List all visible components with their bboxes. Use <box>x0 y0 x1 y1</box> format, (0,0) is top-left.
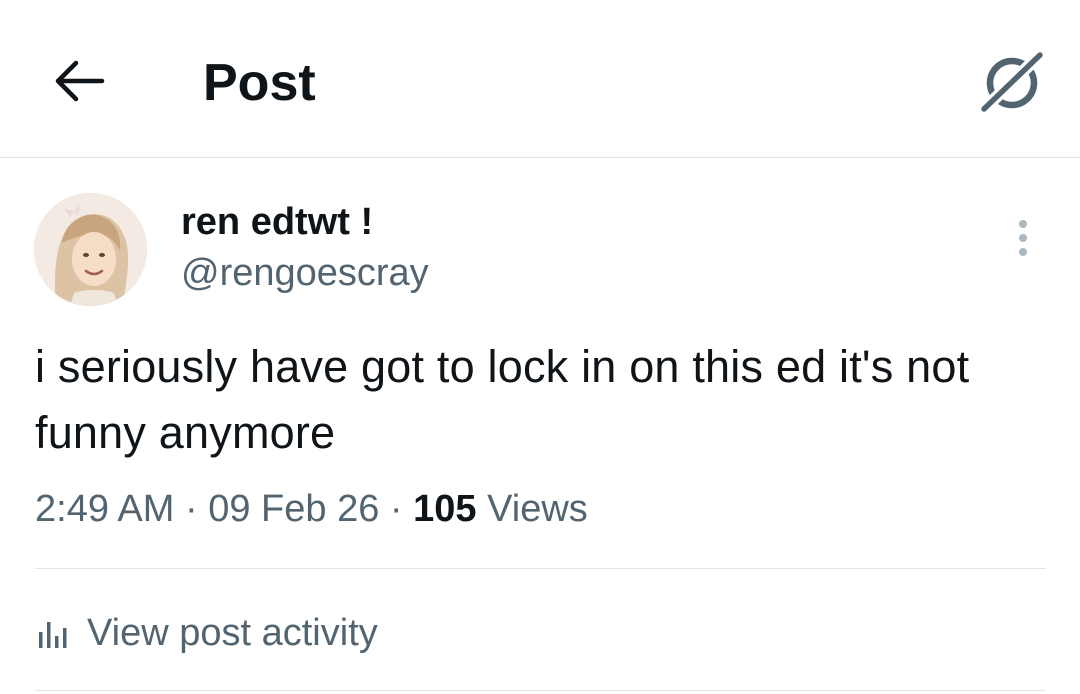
author-handle[interactable]: @rengoescray <box>181 250 429 296</box>
post-text: i seriously have got to lock in on this … <box>35 341 970 458</box>
post-time: 2:49 AM <box>35 488 175 530</box>
more-dot-icon <box>1019 234 1027 242</box>
view-post-activity-label: View post activity <box>87 612 378 654</box>
meta-separator: · <box>389 488 403 530</box>
views-label: Views <box>487 488 588 530</box>
post-date: 09 Feb 26 <box>208 488 380 530</box>
divider <box>35 690 1046 691</box>
post-meta: 2:49 AM · 09 Feb 26 · 105 Views <box>35 484 588 534</box>
post-screen: Post ren edtwt ! @rengoescray i seriousl… <box>0 0 1080 694</box>
avatar-image <box>34 193 147 306</box>
page-title: Post <box>203 54 316 112</box>
views-count: 105 <box>413 488 477 530</box>
top-bar: Post <box>0 0 1080 158</box>
more-options-button[interactable] <box>1003 213 1043 263</box>
bar-chart-icon <box>39 622 67 648</box>
author-display-name[interactable]: ren edtwt ! <box>181 199 373 245</box>
arrow-left-icon <box>55 60 105 102</box>
grok-button[interactable] <box>972 44 1052 120</box>
more-dot-icon <box>1019 220 1027 228</box>
view-post-activity-button[interactable]: View post activity <box>35 608 378 658</box>
divider <box>35 568 1046 569</box>
grok-icon <box>976 47 1048 117</box>
back-button[interactable] <box>44 46 114 116</box>
meta-separator: · <box>184 488 198 530</box>
more-dot-icon <box>1019 248 1027 256</box>
avatar[interactable] <box>34 193 147 306</box>
